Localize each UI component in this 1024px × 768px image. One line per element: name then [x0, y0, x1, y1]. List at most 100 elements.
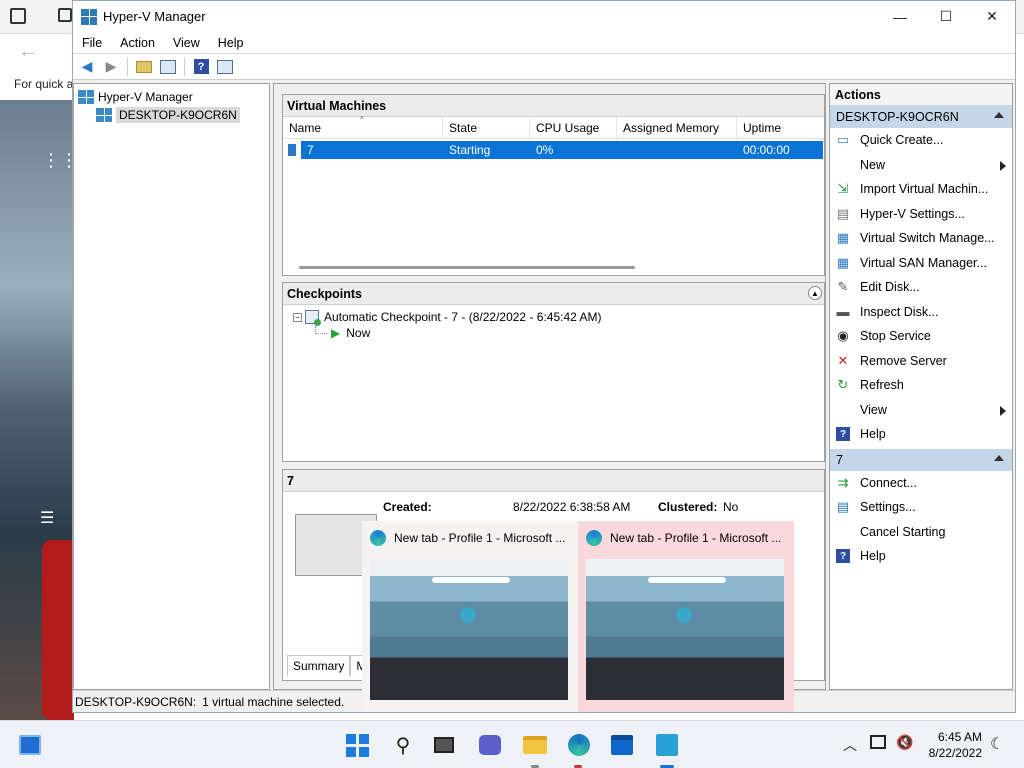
help-icon[interactable]: ?	[191, 57, 211, 77]
forward-icon[interactable]: ▶	[101, 57, 121, 77]
vm-state-icon-cell	[283, 141, 301, 159]
action-new[interactable]: New	[830, 153, 1012, 178]
edge-taskbar-icon[interactable]	[567, 733, 591, 757]
vm-uptime: 00:00:00	[737, 141, 823, 159]
toolbar: ◀ ▶ ?	[73, 54, 1015, 80]
col-memory[interactable]: Assigned Memory	[617, 117, 737, 138]
menu-bar: File Action View Help	[73, 32, 1015, 54]
menu-help[interactable]: Help	[209, 36, 253, 50]
action-hyperv-settings[interactable]: ▤ Hyper-V Settings...	[830, 202, 1012, 227]
action-stop-service[interactable]: ◉ Stop Service	[830, 324, 1012, 349]
action-edit-disk[interactable]: ✎ Edit Disk...	[830, 275, 1012, 300]
action-vm-help[interactable]: ? Help	[830, 544, 1012, 569]
action-connect[interactable]: ⇉ Connect...	[830, 471, 1012, 496]
action-settings[interactable]: ▤ Settings...	[830, 495, 1012, 520]
hamburger-icon[interactable]: ☰	[40, 508, 54, 528]
back-arrow-icon[interactable]: ←	[18, 40, 38, 63]
toolbar-separator	[127, 57, 128, 76]
preview-thumbnail-1	[370, 559, 568, 700]
col-state[interactable]: State	[443, 117, 530, 138]
action-refresh[interactable]: ↻ Refresh	[830, 373, 1012, 398]
vm-cpu: 0%	[530, 141, 617, 159]
close-button[interactable]: ✕	[969, 1, 1015, 32]
vm-column-headers: ^ Name State CPU Usage Assigned Memory U…	[283, 115, 824, 139]
minimize-button[interactable]: —	[877, 1, 923, 32]
tree-root[interactable]: Hyper-V Manager	[78, 88, 265, 106]
task-view-icon[interactable]	[432, 733, 456, 757]
menu-view[interactable]: View	[164, 36, 209, 50]
tree-expander-icon[interactable]: −	[293, 312, 302, 322]
help-icon: ?	[834, 547, 852, 565]
title-bar[interactable]: Hyper-V Manager — ☐ ✕	[73, 1, 1015, 32]
col-cpu[interactable]: CPU Usage	[530, 117, 617, 138]
back-icon[interactable]: ◀	[77, 57, 97, 77]
actions-group-host[interactable]: DESKTOP-K9OCR6N	[830, 106, 1012, 128]
action-virtual-switch-manager[interactable]: ▦ Virtual Switch Manage...	[830, 226, 1012, 251]
browser-wallpaper	[0, 100, 74, 720]
checkpoints-section: Checkpoints ▲ − Automatic Checkpoint - 7…	[282, 282, 825, 462]
quick-create-icon: ▭	[836, 132, 850, 148]
menu-file[interactable]: File	[73, 36, 111, 50]
action-quick-create[interactable]: ▭ Quick Create...	[830, 128, 1012, 153]
tab-actions-icon[interactable]	[10, 8, 26, 24]
collapse-icon[interactable]: ▲	[808, 286, 822, 300]
chevron-up-icon[interactable]: ︿	[843, 735, 857, 755]
checkpoint-item[interactable]: − Automatic Checkpoint - 7 - (8/22/2022 …	[283, 309, 824, 326]
checkpoint-now[interactable]: ▶ Now	[283, 325, 824, 341]
action-view[interactable]: View	[830, 398, 1012, 423]
connect-icon: ⇉	[837, 474, 849, 490]
action-import-vm[interactable]: ⇲ Import Virtual Machin...	[830, 177, 1012, 202]
navigation-tree: Hyper-V Manager DESKTOP-K9OCR6N	[73, 83, 270, 690]
actions-group-vm[interactable]: 7	[830, 448, 1012, 471]
help-icon: ?	[834, 425, 852, 443]
maximize-button[interactable]: ☐	[923, 1, 969, 32]
menu-action[interactable]: Action	[111, 36, 164, 50]
edge-icon	[370, 530, 386, 546]
refresh-icon: ↻	[837, 377, 849, 393]
action-help[interactable]: ? Help	[830, 422, 1012, 447]
action-virtual-san-manager[interactable]: ▦ Virtual SAN Manager...	[830, 251, 1012, 276]
vm-memory	[617, 141, 737, 159]
clock[interactable]: 6:45 AM 8/22/2022	[924, 729, 982, 761]
settings-icon: ▤	[836, 205, 850, 221]
file-explorer-icon[interactable]	[523, 733, 547, 757]
widgets-icon[interactable]	[18, 733, 42, 757]
action-remove-server[interactable]: ✕ Remove Server	[830, 349, 1012, 374]
action-cancel-starting[interactable]: Cancel Starting	[830, 520, 1012, 545]
notification-icon[interactable]: ☾	[990, 734, 1004, 754]
workspaces-icon[interactable]	[58, 8, 72, 22]
preview-window-1[interactable]: New tab - Profile 1 - Microsoft ...	[362, 521, 578, 712]
chat-icon[interactable]	[478, 733, 502, 757]
wallpaper-decor	[42, 540, 74, 720]
sort-ascending-icon: ^	[360, 115, 364, 124]
search-icon[interactable]: ⚲	[391, 733, 415, 757]
hyperv-manager-icon	[78, 90, 94, 104]
tab-summary[interactable]: Summary	[287, 655, 351, 676]
cancel-icon	[834, 523, 852, 541]
volume-muted-icon[interactable]: 🔇	[896, 734, 913, 751]
details-title: 7	[283, 470, 824, 492]
checkpoints-title: Checkpoints	[287, 286, 363, 301]
tree-host[interactable]: DESKTOP-K9OCR6N	[78, 106, 265, 124]
collapse-arrow-icon[interactable]	[994, 112, 1004, 118]
checkpoint-now-label: Now	[346, 326, 371, 340]
server-icon	[96, 108, 112, 122]
up-folder-icon[interactable]	[134, 57, 154, 77]
action-inspect-disk[interactable]: ▬ Inspect Disk...	[830, 300, 1012, 325]
col-uptime[interactable]: Uptime	[737, 117, 823, 138]
show-hide-tree-icon[interactable]	[158, 57, 178, 77]
show-hide-action-pane-icon[interactable]	[215, 57, 235, 77]
vm-name: 7	[301, 141, 443, 159]
network-icon[interactable]	[870, 735, 886, 749]
remove-icon: ✕	[837, 352, 849, 368]
stop-icon: ◉	[837, 328, 849, 344]
hyperv-taskbar-icon[interactable]	[655, 733, 679, 757]
preview-thumbnail-2	[586, 559, 784, 700]
store-icon[interactable]	[610, 733, 634, 757]
start-icon[interactable]	[346, 733, 370, 757]
edit-disk-icon: ✎	[837, 279, 849, 295]
preview-window-2[interactable]: New tab - Profile 1 - Microsoft ...	[578, 521, 794, 712]
table-row[interactable]: 7 Starting 0% 00:00:00	[283, 141, 824, 159]
vm-horizontal-scrollbar[interactable]	[299, 266, 635, 269]
collapse-arrow-icon[interactable]	[994, 454, 1004, 461]
